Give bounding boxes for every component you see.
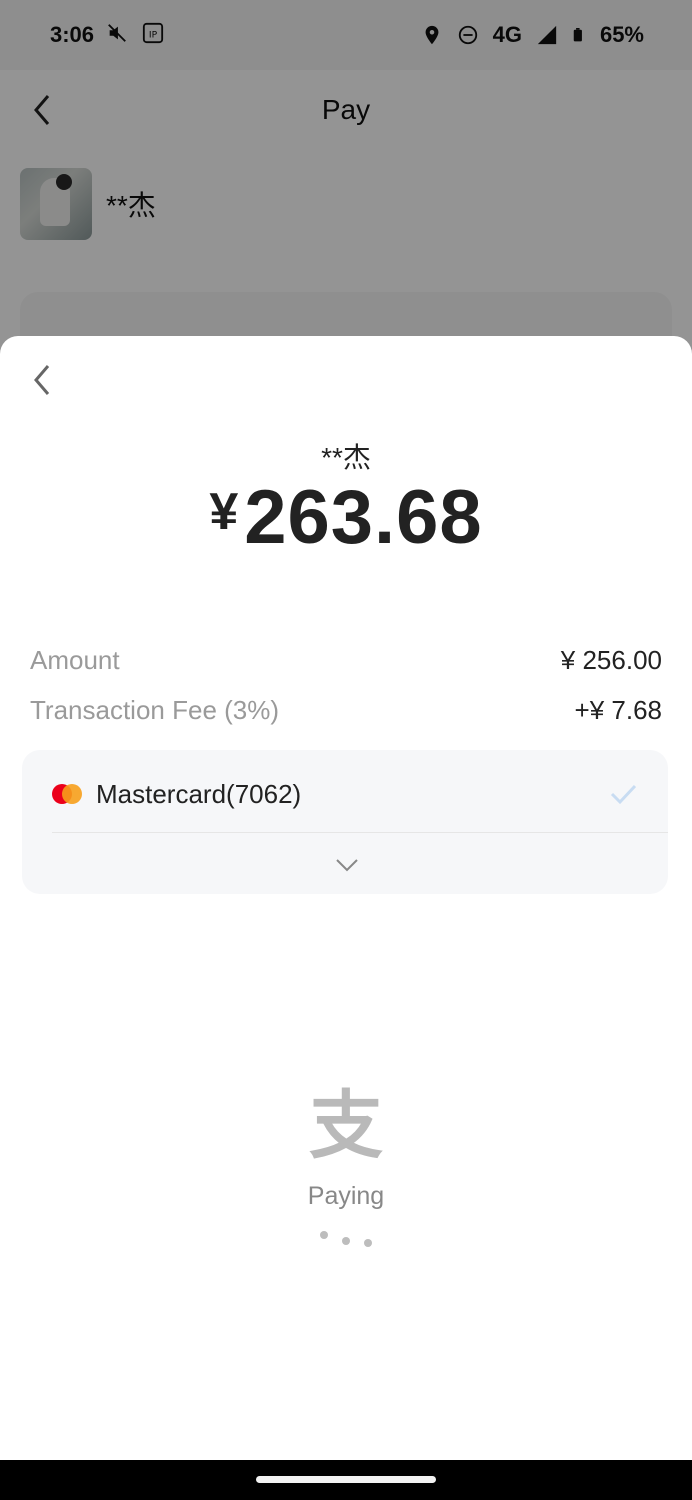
divider [52,832,668,833]
mastercard-icon [52,783,82,805]
payment-method-option[interactable]: Mastercard(7062) [52,774,638,814]
loading-dot [320,1231,328,1239]
sheet-payee-name: **杰 [321,442,371,473]
chevron-down-icon[interactable] [335,856,359,874]
navigation-bar [0,1460,692,1500]
total-amount-value: 263.68 [244,475,483,560]
check-icon [610,784,637,805]
payment-method-label: Mastercard(7062) [96,778,302,809]
payment-method-card: Mastercard(7062) [22,750,668,894]
loading-dots [0,1231,692,1247]
amount-row: Amount ¥ 256.00 [30,640,662,680]
loading-dot [342,1237,350,1245]
fee-label: Transaction Fee (3%) [30,694,280,725]
paying-status: 支 Paying [0,1086,692,1247]
home-indicator[interactable] [256,1476,436,1483]
fee-value: +¥ 7.68 [574,694,662,725]
total-amount: ¥263.68 [0,474,692,561]
payment-sheet: **杰 ¥263.68 Amount ¥ 256.00 Transaction … [0,336,692,1460]
back-chevron-icon[interactable] [26,360,56,400]
currency-symbol: ¥ [209,483,239,541]
alipay-icon: 支 [309,1084,383,1167]
loading-dot [364,1239,372,1247]
paying-text: Paying [307,1182,385,1210]
fee-row: Transaction Fee (3%) +¥ 7.68 [30,690,662,730]
amount-label: Amount [30,644,120,675]
amount-value: ¥ 256.00 [560,644,662,675]
